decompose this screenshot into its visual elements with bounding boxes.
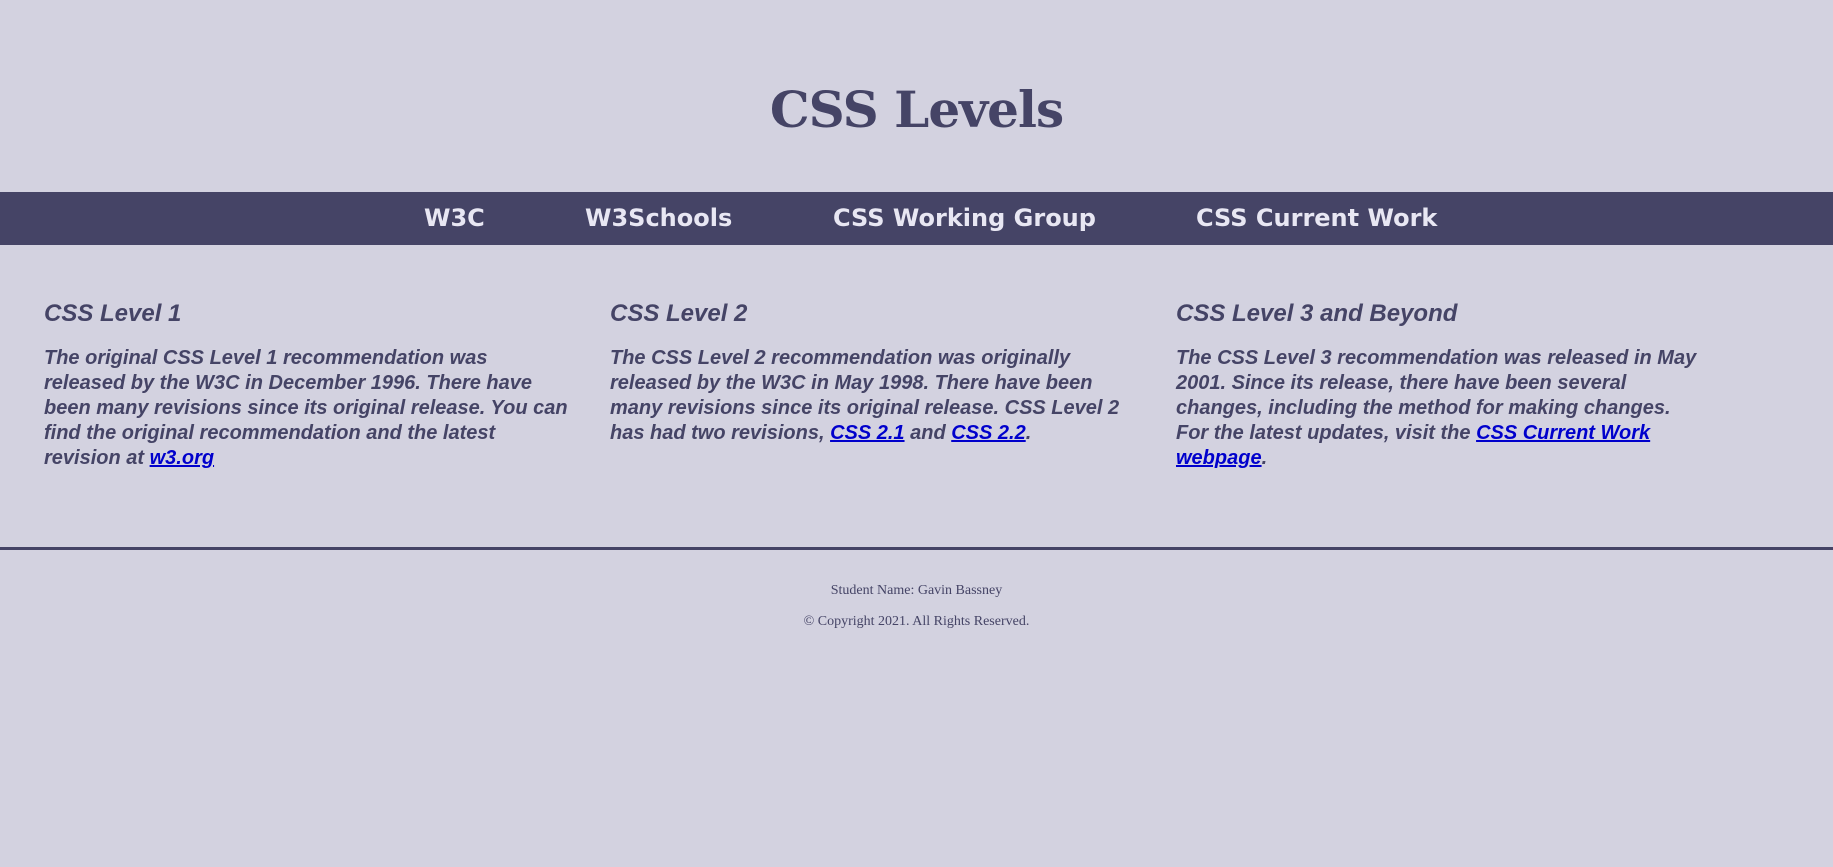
page-footer: Student Name: Gavin Bassney © Copyright … (0, 580, 1833, 633)
w3-org-link[interactable]: w3.org (150, 447, 214, 469)
section-text-period: . (1025, 422, 1032, 444)
page-title: CSS Levels (769, 80, 1064, 139)
css-2-2-link[interactable]: CSS 2.2 (951, 422, 1025, 444)
section-heading: CSS Level 1 (44, 300, 182, 327)
section-text-body: The original CSS Level 1 recommendation … (44, 347, 568, 469)
nav-link-w3c[interactable]: W3C (424, 192, 485, 245)
section-text: The original CSS Level 1 recommendation … (44, 346, 574, 471)
section-text-and: and (904, 422, 952, 444)
nav-link-w3schools[interactable]: W3Schools (585, 192, 732, 245)
section-text: The CSS Level 3 recommendation was relea… (1176, 346, 1706, 471)
section-text-period: . (1261, 447, 1268, 469)
nav-link-css-working-group[interactable]: CSS Working Group (833, 192, 1096, 245)
section-heading: CSS Level 3 and Beyond (1176, 300, 1458, 327)
section-css-level-1: CSS Level 1 The original CSS Level 1 rec… (44, 298, 580, 471)
copyright: © Copyright 2021. All Rights Reserved. (803, 614, 1030, 629)
section-css-level-3: CSS Level 3 and Beyond The CSS Level 3 r… (1176, 298, 1712, 471)
section-heading: CSS Level 2 (610, 300, 748, 327)
nav-link-css-current-work[interactable]: CSS Current Work (1196, 192, 1437, 245)
css-2-1-link[interactable]: CSS 2.1 (830, 422, 904, 444)
footer-divider (0, 547, 1833, 550)
student-name: Student Name: Gavin Bassney (830, 583, 1003, 598)
page-header: CSS Levels (0, 0, 1833, 192)
section-css-level-2: CSS Level 2 The CSS Level 2 recommendati… (610, 298, 1146, 446)
section-text: The CSS Level 2 recommendation was origi… (610, 346, 1140, 446)
nav-bar: W3C W3Schools CSS Working Group CSS Curr… (0, 192, 1833, 245)
